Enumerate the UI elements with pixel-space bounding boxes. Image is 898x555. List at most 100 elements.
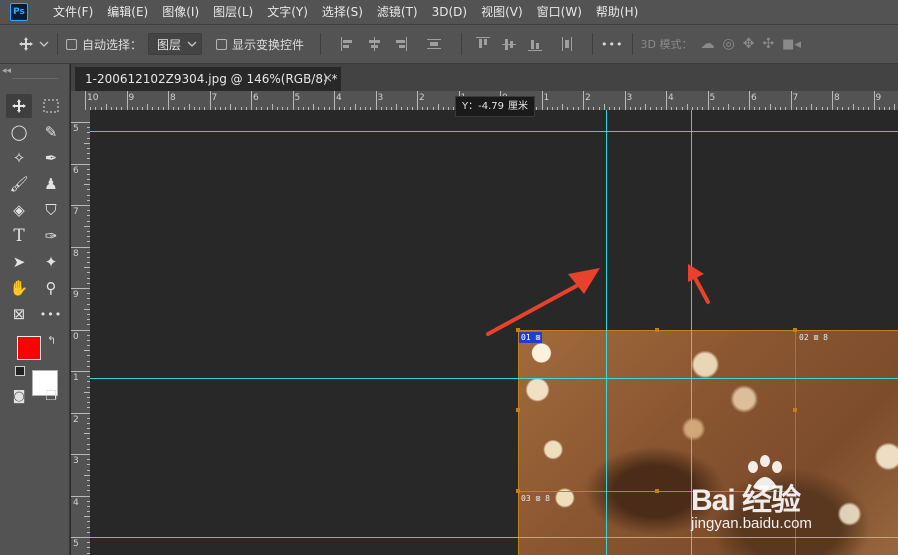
ruler-label: 6: [73, 165, 79, 176]
menu-view[interactable]: 视图(V): [474, 0, 530, 24]
menu-3d[interactable]: 3D(D): [425, 0, 474, 24]
ruler-label: 5: [709, 93, 716, 103]
close-icon[interactable]: ×: [322, 67, 333, 91]
move-tool-preset-icon[interactable]: [18, 36, 49, 52]
quick-selection-tool[interactable]: ✎: [38, 120, 64, 144]
menu-file[interactable]: 文件(F): [46, 0, 100, 24]
auto-select-dropdown[interactable]: 图层: [148, 33, 203, 55]
align-bottom-edges-icon[interactable]: [528, 37, 543, 51]
divider: [320, 33, 322, 55]
menu-select[interactable]: 选择(S): [315, 0, 370, 24]
more-options-button[interactable]: •••: [601, 38, 623, 51]
ruler-label: 3: [626, 93, 633, 103]
ruler-tick: [583, 91, 584, 110]
show-transform-checkbox[interactable]: [216, 38, 228, 50]
menu-layer[interactable]: 图层(L): [206, 0, 260, 24]
magnifier-icon: ⚲: [45, 279, 57, 297]
zoom-tool[interactable]: ⚲: [38, 276, 64, 300]
ruler-label: 5: [73, 539, 79, 549]
menu-image[interactable]: 图像(I): [155, 0, 206, 24]
align-right-edges-icon[interactable]: [393, 37, 408, 51]
horizontal-guide[interactable]: [90, 378, 898, 379]
align-left-edges-icon[interactable]: [341, 37, 355, 51]
ruler-label: 7: [792, 93, 799, 103]
ruler-tick: [209, 91, 211, 110]
lasso-icon: ◯: [10, 123, 28, 141]
coordinate-tooltip: Y：-4.79 厘米: [455, 96, 535, 117]
show-transform-label: 显示变换控件: [232, 37, 305, 52]
ruler-label: 4: [73, 497, 79, 508]
scale-3d-camera-icon[interactable]: ■◂: [782, 37, 801, 52]
marquee-tool[interactable]: [38, 94, 64, 118]
annotation-arrow: [486, 268, 600, 336]
rect-marquee-icon: [43, 99, 59, 113]
ruler-label: 4: [336, 93, 342, 103]
menu-edit[interactable]: 编辑(E): [100, 0, 155, 24]
slice-tag-03[interactable]: 03 ⊠ 8: [519, 493, 552, 504]
document-tab[interactable]: 1-200612102Z9304.jpg @ 146%(RGB/8) * ×: [75, 67, 341, 91]
hand-tool[interactable]: ✋: [6, 276, 32, 300]
auto-select-checkbox[interactable]: [66, 38, 77, 50]
ruler-label: 5: [294, 93, 301, 103]
menu-type[interactable]: 文字(Y): [260, 0, 315, 24]
paint-bucket-icon: ⛉: [45, 201, 57, 219]
path-selection-tool[interactable]: ➤: [6, 250, 32, 274]
paint-bucket-tool[interactable]: ⛉: [38, 198, 64, 222]
horizontal-guide[interactable]: [90, 131, 898, 132]
align-vertical-centers-icon[interactable]: [502, 37, 517, 51]
align-horizontal-centers-icon[interactable]: [367, 37, 381, 51]
ruler-label: 7: [73, 207, 79, 217]
roll-3d-icon[interactable]: ◎: [722, 36, 734, 52]
eyedropper-icon: ✒: [44, 149, 58, 167]
eraser-tool[interactable]: ◈: [6, 198, 32, 222]
ruler-tick: [168, 91, 169, 110]
swap-colors-icon[interactable]: ↰: [47, 334, 56, 347]
foreground-color-swatch[interactable]: [17, 336, 41, 360]
stamp-icon: ♟: [44, 175, 58, 193]
ruler-label: 0: [73, 331, 79, 342]
move-icon: [12, 99, 26, 113]
magic-wand-icon: ✧: [12, 149, 26, 167]
ruler-label: 2: [419, 93, 425, 103]
menu-help[interactable]: 帮助(H): [589, 0, 645, 24]
ruler-label: 9: [128, 93, 135, 103]
menu-window[interactable]: 窗口(W): [530, 0, 589, 24]
frame-tool[interactable]: ⊠: [6, 302, 32, 326]
ruler-label: 3: [73, 456, 79, 466]
tools-panel: ◂◂ ◯ ✎ ✧ ✒ 🖌 ♟ ◈ ⛉ T ✑ ➤ ✦ ✋ ⚲ ⊠ ••• ↰ ◙…: [0, 64, 70, 555]
eyedropper-tool[interactable]: ✒: [38, 146, 64, 170]
screen-mode-button[interactable]: ❐: [38, 384, 64, 408]
brush-tool[interactable]: 🖌: [6, 172, 32, 196]
slide-3d-icon[interactable]: ✣: [762, 36, 774, 52]
align-top-edges-icon[interactable]: [476, 37, 491, 51]
slice-handle[interactable]: [655, 328, 659, 332]
orbit-3d-icon[interactable]: ☁: [700, 36, 714, 52]
ruler-tick: [71, 163, 90, 165]
slice-handle[interactable]: [516, 408, 520, 412]
slice-handle[interactable]: [655, 489, 659, 493]
distribute-horizontal-icon[interactable]: [560, 37, 574, 51]
move-tool[interactable]: [6, 94, 32, 118]
distribute-vertical-icon[interactable]: [427, 37, 442, 51]
panel-collapse-grip[interactable]: ◂◂: [2, 66, 66, 76]
chevron-down-icon: [39, 41, 49, 47]
ruler-tick: [71, 288, 90, 289]
menu-bar: Ps 文件(F) 编辑(E) 图像(I) 图层(L) 文字(Y) 选择(S) 滤…: [0, 0, 898, 24]
ruler-tick: [71, 454, 90, 455]
default-colors-icon[interactable]: [15, 366, 25, 376]
type-tool[interactable]: T: [6, 224, 32, 248]
ruler-tick: [71, 412, 90, 414]
options-bar: 自动选择： 图层 显示变换控件 ••• 3D 模式： ☁ ◎ ✥ ✣ ■◂: [0, 24, 898, 64]
slice-handle[interactable]: [793, 408, 797, 412]
lasso-tool[interactable]: ◯: [6, 120, 32, 144]
stamp-tool[interactable]: ♟: [38, 172, 64, 196]
vertical-ruler[interactable]: 5 6 7 8 9 0 1 2 3 4 5: [71, 110, 91, 555]
custom-shape-tool[interactable]: ✦: [38, 250, 64, 274]
edit-toolbar-button[interactable]: •••: [38, 302, 64, 326]
drag-3d-icon[interactable]: ✥: [743, 36, 755, 52]
menu-filter[interactable]: 滤镜(T): [370, 0, 425, 24]
slice-tag-02[interactable]: 02 ⊠ 8: [797, 332, 830, 343]
magic-wand-tool[interactable]: ✧: [6, 146, 32, 170]
pen-tool[interactable]: ✑: [38, 224, 64, 248]
quick-mask-button[interactable]: ◙: [6, 384, 32, 408]
